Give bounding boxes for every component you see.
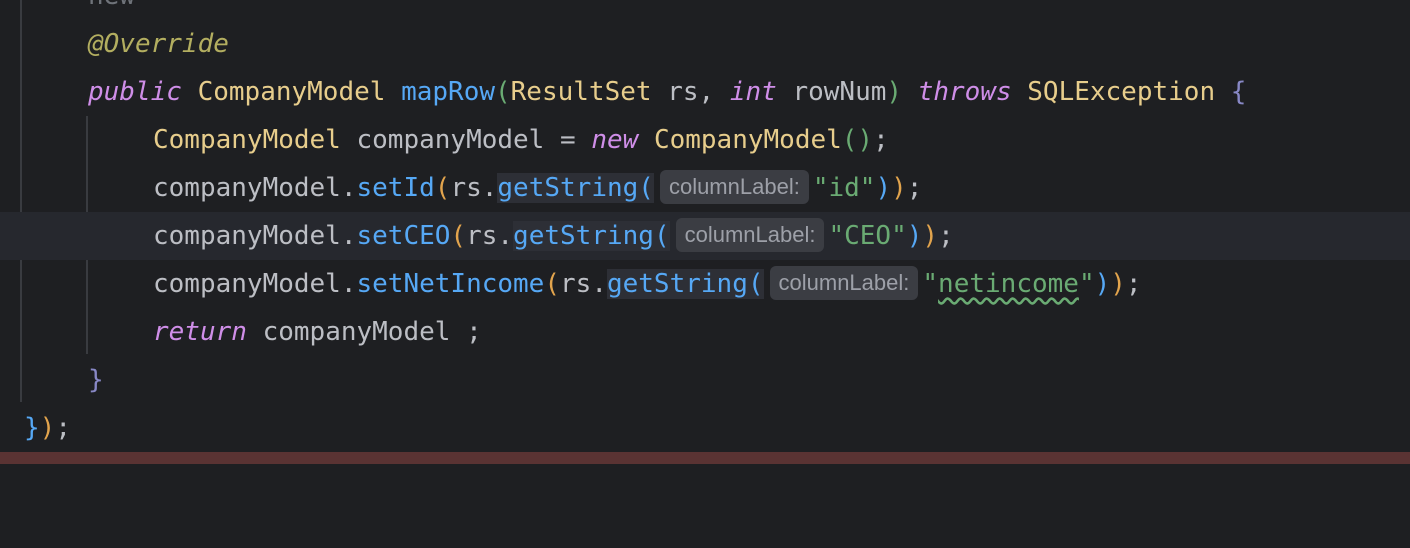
code-line-set-ceo: companyModel.setCEO(rs.getString(columnL…: [0, 212, 1410, 260]
decl-variable: companyModel: [356, 125, 545, 155]
return-statement: return companyModel ;: [153, 308, 482, 356]
return-value: companyModel ;: [262, 317, 482, 347]
object-ref: companyModel: [153, 221, 341, 251]
string-literal-typo: netincome: [938, 269, 1079, 299]
rs-ref: rs: [466, 221, 498, 251]
code-line-set-net-income: companyModel.setNetIncome(rs.getString(c…: [0, 260, 1410, 308]
string-literal: "CEO": [828, 221, 907, 251]
set-ceo-statement: companyModel.setCEO(rs.getString(columnL…: [153, 212, 954, 260]
param1-type: ResultSet: [510, 77, 652, 107]
rs-ref: rs: [560, 269, 592, 299]
exception-type: SQLException: [1027, 77, 1216, 107]
quote-close: ": [1078, 269, 1095, 299]
get-string-method: getString: [606, 269, 748, 299]
constructor-name: CompanyModel: [653, 125, 842, 155]
param1-name: rs: [667, 77, 699, 107]
code-line-declaration: CompanyModel companyModel = new CompanyM…: [0, 116, 1410, 164]
return-type: CompanyModel: [197, 77, 386, 107]
code-line-close-method: }: [0, 356, 1410, 404]
rs-ref: rs: [450, 173, 482, 203]
method-name: mapRow: [401, 77, 495, 107]
param2-type: int: [729, 77, 777, 107]
method-close-brace: }: [88, 365, 104, 395]
override-annotation: @Override: [88, 29, 229, 59]
string-literal: "id": [812, 173, 876, 203]
variable-declaration: CompanyModel companyModel = new CompanyM…: [153, 116, 889, 164]
parameter-hint: columnLabel:: [659, 169, 809, 204]
constructor-parens: (): [841, 125, 874, 155]
get-string-method: getString: [513, 221, 654, 251]
object-ref: companyModel: [153, 269, 341, 299]
param2-name: rowNum: [792, 77, 887, 107]
public-keyword: public: [88, 77, 182, 107]
set-ceo-method: setCEO: [356, 221, 451, 251]
set-net-income-method: setNetIncome: [356, 269, 545, 299]
get-string-method: getString: [497, 173, 639, 203]
return-keyword: return: [153, 317, 247, 347]
method-signature: public CompanyModel mapRow(ResultSet rs,…: [88, 77, 1247, 107]
code-line-close-block: });: [0, 404, 1410, 452]
parameter-hint: columnLabel:: [769, 265, 919, 300]
set-id-statement: companyModel.setId(rs.getString(columnLa…: [153, 164, 922, 212]
semicolon: ;: [873, 125, 889, 155]
block-close: });: [24, 413, 71, 443]
decl-type: CompanyModel: [153, 125, 341, 155]
open-brace: {: [1230, 77, 1247, 107]
new-keyword: new: [591, 125, 639, 155]
quote-open: ": [922, 269, 939, 299]
code-line-signature: public CompanyModel mapRow(ResultSet rs,…: [0, 68, 1410, 116]
code-line-annotation: @Override: [0, 20, 1410, 68]
code-line-set-id: companyModel.setId(rs.getString(columnLa…: [0, 164, 1410, 212]
code-editor[interactable]: new @Override public CompanyModel mapRow…: [0, 0, 1410, 452]
status-bar: [0, 452, 1410, 464]
object-ref: companyModel: [153, 173, 341, 203]
code-line-fragment: new: [0, 0, 1410, 20]
set-net-income-statement: companyModel.setNetIncome(rs.getString(c…: [153, 260, 1142, 308]
set-id-method: setId: [356, 173, 435, 203]
code-fragment-new: new: [88, 0, 135, 20]
assign-operator: =: [544, 125, 592, 155]
throws-keyword: throws: [917, 77, 1012, 107]
parameter-hint: columnLabel:: [675, 217, 825, 252]
code-line-return: return companyModel ;: [0, 308, 1410, 356]
